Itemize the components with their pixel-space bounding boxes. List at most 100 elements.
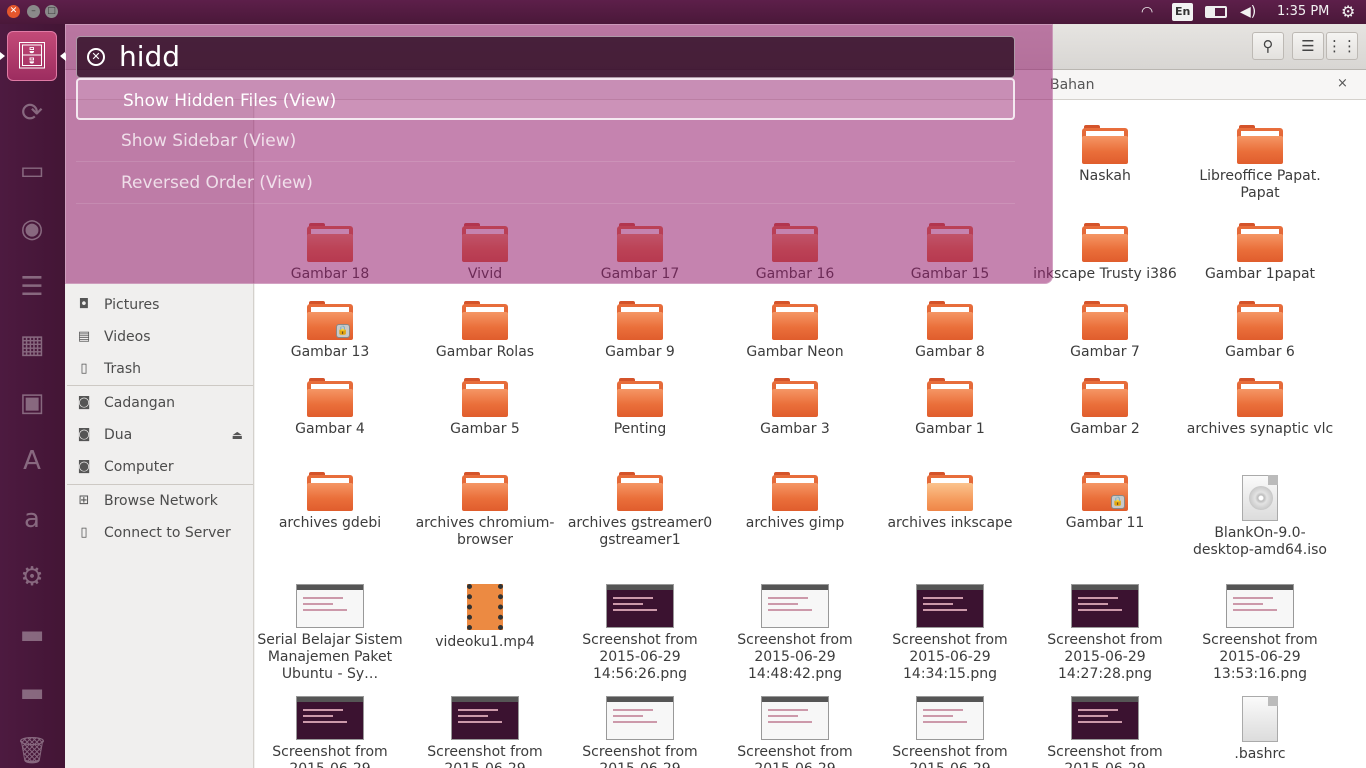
sidebar-item-pictures[interactable]: ◘ Pictures [65, 291, 253, 319]
file-label: Serial Belajar Sistem Manajemen Paket Ub… [257, 632, 403, 682]
launcher-drive-icon[interactable]: ▬ [7, 610, 57, 660]
image-thumbnail-icon [606, 696, 674, 740]
window-maximize-button[interactable]: □ [45, 5, 58, 18]
file-item[interactable]: archives gdebi [255, 472, 405, 532]
file-item[interactable]: Screenshot from 2015-06-29 13:36:53.png [875, 696, 1025, 768]
search-button[interactable]: ⚲ [1252, 32, 1284, 60]
launcher-software-center-icon[interactable]: A [7, 436, 57, 486]
trash-icon: ▯ [80, 361, 88, 376]
file-item[interactable]: Screenshot from 2015-06-29 06:19:17.png [255, 696, 405, 768]
language-indicator[interactable]: En [1172, 3, 1194, 21]
launcher-calc-icon[interactable]: ▦ [7, 320, 57, 370]
file-item[interactable]: archives chromium-browser [410, 472, 560, 549]
file-item[interactable]: Screenshot from 2015-06-29 14:48:42.png [720, 584, 870, 683]
hud-search-field[interactable]: ✕ hidd [76, 36, 1015, 78]
folder-icon [1237, 378, 1283, 417]
drive-icon: ◙ [77, 427, 91, 442]
lock-icon: 🔒 [336, 324, 350, 338]
launcher-files-icon[interactable]: 🗄 [7, 31, 57, 81]
sidebar-item-dua[interactable]: ◙ Dua ⏏ [65, 421, 253, 449]
launcher: 🗄 ⟳ ▭ ◉ ☰ ▦ ▣ A a ⚙ ▬ ▬ 🗑 [0, 24, 65, 768]
sidebar-item-trash[interactable]: ▯ Trash [65, 355, 253, 383]
clear-search-icon[interactable]: ✕ [87, 48, 105, 66]
file-item[interactable]: 🔒 Gambar 13 [255, 301, 405, 361]
file-item[interactable]: Penting [565, 378, 715, 438]
file-item[interactable]: videoku1.mp4 [410, 584, 560, 651]
image-thumbnail-icon [761, 696, 829, 740]
file-item[interactable]: archives synaptic vlc [1185, 378, 1335, 438]
file-item[interactable]: archives gstreamer0 gstreamer1 [565, 472, 715, 549]
file-item[interactable]: Gambar 9 [565, 301, 715, 361]
launcher-updater-icon[interactable]: ⟳ [7, 88, 57, 138]
grid-view-button[interactable]: ⋮⋮ [1326, 32, 1358, 60]
file-label: archives chromium-browser [415, 515, 555, 548]
launcher-removable-drive-icon[interactable]: ▬ [7, 668, 57, 718]
window-minimize-button[interactable]: – [27, 5, 40, 18]
sidebar-item-label: Dua [104, 427, 133, 443]
wifi-icon[interactable]: ◠ [1141, 0, 1153, 24]
hud-result-show-sidebar[interactable]: Show Sidebar (View) [76, 120, 1015, 162]
clock[interactable]: 1:35 PM [1277, 0, 1329, 24]
file-item[interactable]: archives gimp [720, 472, 870, 532]
sidebar-item-connect-to-server[interactable]: ▯ Connect to Server [65, 519, 253, 547]
image-thumbnail-icon [916, 584, 984, 628]
file-label: Gambar 1papat [1204, 266, 1316, 282]
launcher-impress-icon[interactable]: ▣ [7, 378, 57, 428]
file-item[interactable]: Gambar 4 [255, 378, 405, 438]
file-label: Gambar 4 [295, 421, 365, 437]
window-close-button[interactable]: ✕ [7, 5, 20, 18]
folder-icon [772, 301, 818, 340]
file-item[interactable]: Gambar 3 [720, 378, 870, 438]
tab-bahan[interactable]: Bahan [1050, 77, 1095, 93]
hud-overlay: ✕ hidd Show Hidden Files (View) Show Sid… [61, 24, 1053, 284]
launcher-amazon-icon[interactable]: a [7, 494, 57, 544]
file-item[interactable]: Libreoffice Papat. Papat [1185, 125, 1335, 202]
file-item[interactable]: Screenshot from 2015-06-29 14:27:28.png [1030, 584, 1180, 683]
file-item[interactable]: Gambar 2 [1030, 378, 1180, 438]
launcher-writer-icon[interactable]: ☰ [7, 262, 57, 312]
image-thumbnail-icon [1071, 696, 1139, 740]
hud-result-show-hidden-files[interactable]: Show Hidden Files (View) [76, 78, 1015, 120]
file-item[interactable]: Gambar Rolas [410, 301, 560, 361]
file-item[interactable]: Screenshot from 2015-06-29 13:32:41.png [410, 696, 560, 768]
file-item[interactable]: Screenshot from 2015-06-29 13:53:16.png [1185, 584, 1335, 683]
launcher-files-2-icon[interactable]: ▭ [7, 146, 57, 196]
sidebar-item-browse-network[interactable]: ⊞ Browse Network [65, 487, 253, 515]
file-item[interactable]: BlankOn-9.0-desktop-amd64.iso [1185, 475, 1335, 559]
battery-icon[interactable] [1205, 6, 1227, 18]
file-item[interactable]: .bashrc [1185, 696, 1335, 763]
file-item[interactable]: Screenshot from 2015-06-29 14:34:15.png [875, 584, 1025, 683]
folder-icon [617, 301, 663, 340]
list-view-button[interactable]: ☰ [1292, 32, 1324, 60]
file-item[interactable]: Gambar Neon [720, 301, 870, 361]
file-label: Gambar 5 [450, 421, 520, 437]
file-item[interactable]: archives inkscape [875, 472, 1025, 532]
file-item[interactable]: Screenshot from 2015-06-29 13:32:24.png [1030, 696, 1180, 768]
file-item[interactable]: Gambar 1papat [1185, 223, 1335, 283]
volume-icon[interactable]: ◀) [1240, 0, 1256, 24]
file-item[interactable]: Gambar 7 [1030, 301, 1180, 361]
file-item[interactable]: Gambar 6 [1185, 301, 1335, 361]
sidebar-item-videos[interactable]: ▤ Videos [65, 323, 253, 351]
file-label: Gambar 8 [915, 344, 985, 360]
close-tab-icon[interactable]: × [1337, 76, 1348, 91]
file-item[interactable]: 🔒 Gambar 11 [1030, 472, 1180, 532]
eject-icon[interactable]: ⏏ [232, 421, 243, 449]
file-item[interactable]: Screenshot from 2015-06-29 14:56:26.png [565, 584, 715, 683]
file-item[interactable]: Gambar 1 [875, 378, 1025, 438]
file-label: Screenshot from 2015-06-29 14:56:26.png [582, 632, 698, 682]
launcher-trash-icon[interactable]: 🗑 [7, 726, 57, 768]
file-item[interactable]: Screenshot from 2015-06-29 06:11:54.png [565, 696, 715, 768]
hud-search-input[interactable]: hidd [119, 40, 180, 73]
gear-icon[interactable]: ⚙ [1341, 0, 1355, 24]
sidebar-item-computer[interactable]: ◙ Computer [65, 453, 253, 481]
sidebar-item-cadangan[interactable]: ◙ Cadangan [65, 389, 253, 417]
file-item[interactable]: Gambar 5 [410, 378, 560, 438]
file-item[interactable]: Gambar 8 [875, 301, 1025, 361]
launcher-settings-icon[interactable]: ⚙ [7, 552, 57, 602]
file-item[interactable]: Serial Belajar Sistem Manajemen Paket Ub… [255, 584, 405, 683]
file-label: Gambar Rolas [435, 344, 535, 360]
launcher-firefox-icon[interactable]: ◉ [7, 204, 57, 254]
hud-result-reversed-order[interactable]: Reversed Order (View) [76, 162, 1015, 204]
file-item[interactable]: Screenshot from 2015-06-29 13:38:54.png [720, 696, 870, 768]
